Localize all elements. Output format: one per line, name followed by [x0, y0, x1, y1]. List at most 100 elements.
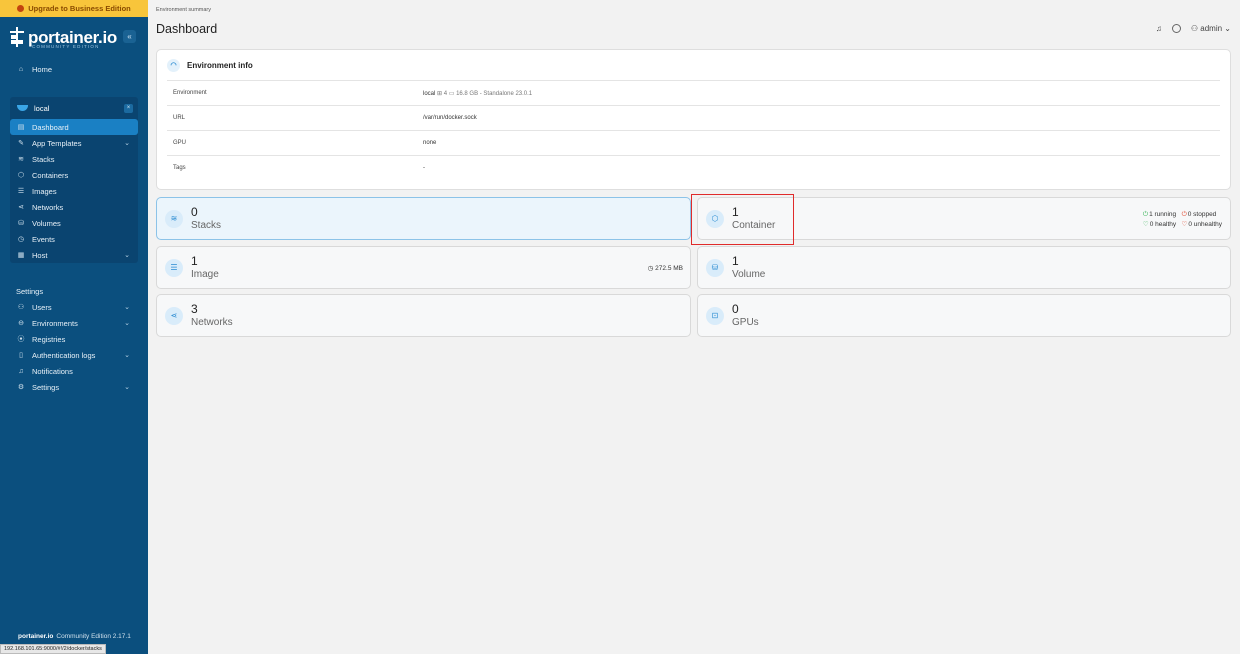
breadcrumb: Environment summary	[156, 7, 212, 13]
upgrade-icon	[17, 5, 25, 12]
sidebar-item-networks[interactable]: ⋖ Networks	[10, 199, 138, 215]
edit-icon: ✎	[18, 140, 24, 147]
networks-card[interactable]: ⋖ 3 Networks	[156, 294, 691, 337]
info-row-tags: Tags -	[167, 155, 1220, 180]
environment-header[interactable]: local ×	[10, 97, 138, 119]
sidebar-item-label: Registries	[32, 334, 66, 344]
sidebar-item-users[interactable]: ⚇ Users ⌄	[0, 299, 148, 315]
volume-label: Volume	[732, 268, 766, 280]
brand-name: portainer.io	[28, 27, 117, 47]
sidebar-item-home[interactable]: ⌂ Home	[0, 61, 148, 77]
info-row-gpu: GPU none	[167, 130, 1220, 155]
sidebar-item-events[interactable]: ◷ Events	[10, 231, 138, 247]
box-icon: ⬡	[17, 172, 25, 179]
file-icon: ▯	[19, 352, 23, 359]
sidebar-item-images[interactable]: ☰ Images	[10, 183, 138, 199]
sidebar-item-containers[interactable]: ⬡ Containers	[10, 167, 138, 183]
gauge-icon: ◠	[167, 58, 180, 72]
heart-icon: ♡	[1142, 221, 1149, 228]
footer-brand: portainer.io Community Edition 2.17.1	[18, 633, 131, 640]
cpu-icon: ⊡	[706, 306, 724, 325]
settings-section-title: Settings	[16, 286, 44, 296]
close-environment-button[interactable]: ×	[124, 103, 133, 113]
cpu-icon: ⊞	[437, 90, 444, 97]
chevron-down-icon: ⌄	[124, 304, 130, 311]
user-menu[interactable]: ⚇ admin ⌄	[1191, 24, 1231, 33]
bell-icon: ♫	[18, 367, 24, 375]
stacks-count: 0	[191, 204, 198, 219]
environment-type: - Standalone 23.0.1	[479, 90, 533, 97]
share-icon: ⋖	[165, 306, 183, 325]
docker-icon	[17, 105, 28, 111]
info-value: local ⊞ 4 ▭ 16.8 GB - Standalone 23.0.1	[423, 90, 532, 97]
info-value: -	[423, 165, 425, 171]
database-icon: ⛁	[706, 258, 724, 277]
portainer-logo-icon	[10, 27, 24, 47]
sidebar-item-label: Images	[32, 186, 57, 196]
image-label: Image	[191, 268, 219, 280]
sidebar-item-label: App Templates	[32, 138, 82, 148]
users-icon: ⚇	[17, 304, 25, 311]
environment-name: local	[34, 103, 50, 113]
heart-broken-icon: ♡	[1181, 221, 1188, 228]
chevron-down-icon: ⌄	[124, 140, 130, 147]
gpus-label: GPUs	[732, 316, 759, 328]
unhealthy-count: 0 unhealthy	[1188, 221, 1222, 228]
sidebar-item-stacks[interactable]: ≋ Stacks	[10, 151, 138, 167]
sidebar: Upgrade to Business Edition portainer.io…	[0, 0, 148, 654]
sidebar-item-label: Home	[32, 64, 53, 74]
sidebar-item-label: Stacks	[32, 154, 55, 164]
sidebar-item-label: Settings	[32, 382, 60, 392]
info-key: URL	[173, 115, 186, 121]
upgrade-label: Upgrade to Business Edition	[28, 4, 131, 13]
database-icon: ⛁	[18, 220, 24, 227]
sidebar-item-dashboard[interactable]: ▤ Dashboard	[10, 119, 138, 135]
sidebar-item-environments[interactable]: ⊖ Environments ⌄	[0, 315, 148, 331]
footer-brand-name: portainer.io	[18, 633, 54, 640]
chevron-down-icon: ⌄	[124, 352, 130, 359]
status-bar-url: 192.168.101.65:9000/#!/2/docker/stacks	[0, 644, 106, 654]
environment-section: local × ▤ Dashboard ✎ App Templates ⌄ ≋ Stacks…	[10, 97, 138, 263]
sidebar-item-label: Authentication logs	[32, 350, 96, 360]
volume-count: 1	[732, 253, 739, 268]
cpu-count: 4	[443, 90, 448, 97]
sidebar-item-registries[interactable]: ⦿ Registries	[0, 331, 148, 347]
upgrade-banner[interactable]: Upgrade to Business Edition	[0, 0, 148, 17]
info-value: /var/run/docker.sock	[423, 115, 477, 121]
sidebar-item-volumes[interactable]: ⛁ Volumes	[10, 215, 138, 231]
environment-info-panel: ◠ Environment info Environment local ⊞ 4…	[156, 49, 1231, 190]
sidebar-item-settings[interactable]: ⚙ Settings ⌄	[0, 379, 148, 395]
help-icon[interactable]	[1171, 24, 1181, 33]
home-icon: ⌂	[18, 65, 24, 73]
sidebar-item-host[interactable]: ▦ Host ⌄	[10, 247, 138, 263]
list-icon: ☰	[165, 258, 183, 277]
sidebar-item-authentication-logs[interactable]: ▯ Authentication logs ⌄	[0, 347, 148, 363]
sidebar-item-label: Host	[32, 250, 48, 260]
footer-edition: Community Edition 2.17.1	[56, 633, 131, 640]
sidebar-item-label: Events	[32, 234, 55, 244]
sidebar-item-notifications[interactable]: ♫ Notifications	[0, 363, 148, 379]
header-actions: ♫ ⚇ admin ⌄	[1156, 24, 1231, 33]
environment-value: local	[423, 90, 436, 97]
chevron-down-icon: ⌄	[124, 384, 130, 391]
sidebar-item-label: Notifications	[32, 366, 73, 376]
layers-icon: ≋	[165, 209, 183, 228]
volume-card[interactable]: ⛁ 1 Volume	[697, 246, 1231, 289]
stacks-card[interactable]: ≋ 0 Stacks	[156, 197, 691, 240]
info-value: none	[423, 140, 437, 146]
brand[interactable]: portainer.io COMMUNITY EDITION «	[0, 17, 148, 57]
info-row-environment: Environment local ⊞ 4 ▭ 16.8 GB - Standa…	[167, 80, 1220, 105]
collapse-sidebar-button[interactable]: «	[123, 30, 136, 43]
sidebar-item-app-templates[interactable]: ✎ App Templates ⌄	[10, 135, 138, 151]
image-card[interactable]: ☰ 1 Image ◷ 272.5 MB	[156, 246, 691, 289]
page-title: Dashboard	[156, 22, 218, 36]
image-size: ◷ 272.5 MB	[648, 264, 683, 272]
networks-label: Networks	[191, 316, 233, 328]
networks-count: 3	[191, 301, 198, 316]
memory-size: 16.8 GB	[456, 90, 479, 97]
sidebar-item-label: Containers	[32, 170, 69, 180]
info-key: GPU	[173, 140, 187, 146]
sidebar-item-label: Users	[32, 302, 52, 312]
bell-icon[interactable]: ♫	[1156, 24, 1162, 33]
gpus-card[interactable]: ⊡ 0 GPUs	[697, 294, 1231, 337]
